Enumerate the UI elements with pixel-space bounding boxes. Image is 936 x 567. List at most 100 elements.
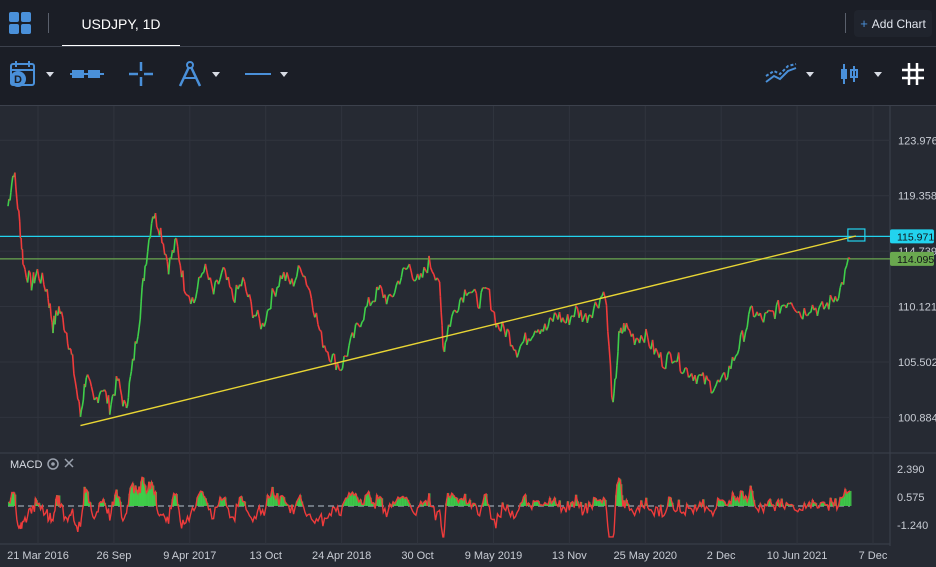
up-segment — [733, 355, 737, 361]
grid-toggle-tool[interactable] — [900, 48, 926, 100]
toolbar: D — [0, 48, 936, 100]
up-segment — [781, 304, 784, 307]
trend-line[interactable] — [80, 235, 857, 427]
up-segment — [133, 341, 137, 361]
date-range-tool[interactable]: D — [8, 48, 54, 100]
down-segment — [655, 347, 659, 353]
down-segment — [310, 298, 314, 312]
up-segment — [612, 392, 615, 403]
up-segment — [467, 291, 471, 294]
up-segment — [128, 376, 132, 383]
chevron-down-icon — [46, 71, 54, 77]
add-chart-label: Add Chart — [871, 16, 926, 31]
candlestick-icon — [841, 64, 858, 84]
up-segment — [743, 331, 747, 342]
up-segment — [449, 316, 453, 327]
chevron-down-icon — [806, 71, 814, 77]
down-segment — [438, 281, 442, 297]
calendar-d-icon: D — [10, 61, 35, 87]
down-segment — [485, 287, 489, 290]
down-segment — [88, 377, 91, 382]
down-segment — [708, 380, 713, 394]
price-tick-label: 100.884 — [898, 412, 936, 424]
up-segment — [137, 326, 140, 337]
up-segment — [712, 387, 716, 393]
up-segment — [837, 287, 841, 299]
up-segment — [818, 304, 822, 309]
up-segment — [234, 284, 238, 303]
down-segment — [209, 277, 213, 287]
down-segment — [436, 277, 440, 282]
down-segment — [640, 334, 644, 340]
up-segment — [753, 315, 756, 318]
down-segment — [440, 312, 443, 326]
price-tick-label: 119.358 — [898, 191, 936, 203]
settings-icon[interactable] — [47, 458, 59, 470]
down-segment — [679, 370, 683, 375]
up-segment — [266, 308, 270, 312]
up-segment — [201, 271, 205, 274]
up-segment — [296, 265, 300, 277]
down-segment — [625, 322, 629, 330]
up-segment — [145, 251, 149, 265]
up-segment — [744, 327, 748, 333]
down-segment — [380, 288, 385, 298]
down-segment — [41, 272, 45, 286]
down-segment — [73, 373, 76, 382]
close-icon[interactable] — [64, 458, 74, 468]
down-segment — [17, 208, 20, 211]
down-segment — [92, 392, 95, 400]
trend-line-handle[interactable] — [847, 228, 866, 242]
down-segment — [248, 294, 252, 303]
up-segment — [144, 263, 148, 267]
price-tick-label: 105.502 — [898, 357, 936, 369]
up-segment — [451, 311, 455, 317]
add-chart-button[interactable]: + Add Chart — [854, 10, 932, 37]
chart-type-tool[interactable] — [70, 48, 104, 100]
down-segment — [412, 278, 415, 282]
up-segment — [361, 319, 365, 323]
up-segment — [521, 341, 525, 344]
up-segment — [10, 182, 13, 193]
up-segment — [806, 312, 810, 316]
up-segment — [346, 345, 350, 357]
line-style-tool[interactable] — [244, 48, 288, 100]
up-segment — [341, 355, 345, 369]
down-segment — [428, 255, 432, 268]
crosshair-tool[interactable] — [128, 48, 154, 100]
compass-icon — [178, 61, 202, 87]
macd-histogram-bar — [849, 490, 852, 506]
down-segment — [206, 272, 210, 280]
down-segment — [74, 380, 78, 390]
grid-lines — [0, 106, 890, 544]
tab-bar: USDJPY, 1D + Add Chart — [0, 0, 936, 47]
down-segment — [165, 254, 169, 262]
down-segment — [159, 227, 163, 243]
up-segment — [547, 317, 551, 327]
up-segment — [478, 292, 482, 309]
tab-usdjpy[interactable]: USDJPY, 1D — [62, 0, 180, 47]
down-segment — [549, 317, 552, 320]
drawing-tool[interactable] — [176, 48, 220, 100]
up-segment — [114, 376, 118, 396]
chart-panel[interactable]: 123.976119.358114.739110.121105.502100.8… — [0, 105, 936, 567]
down-segment — [176, 246, 180, 260]
indicators-tool[interactable] — [764, 48, 814, 100]
apps-grid-icon[interactable] — [9, 12, 31, 34]
up-segment — [457, 299, 461, 311]
down-segment — [119, 388, 123, 396]
up-segment — [274, 286, 278, 297]
price-chart[interactable]: 123.976119.358114.739110.121105.502100.8… — [0, 106, 936, 567]
down-segment — [604, 297, 608, 306]
up-segment — [84, 377, 88, 388]
down-segment — [439, 296, 442, 313]
up-segment — [816, 307, 820, 317]
up-segment — [421, 266, 425, 278]
up-segment — [446, 329, 449, 339]
down-segment — [408, 263, 412, 272]
candle-style-tool[interactable] — [838, 48, 882, 100]
horizontal-lines — [0, 235, 890, 260]
up-segment — [779, 305, 783, 314]
down-segment — [608, 346, 612, 366]
up-segment — [516, 351, 520, 358]
